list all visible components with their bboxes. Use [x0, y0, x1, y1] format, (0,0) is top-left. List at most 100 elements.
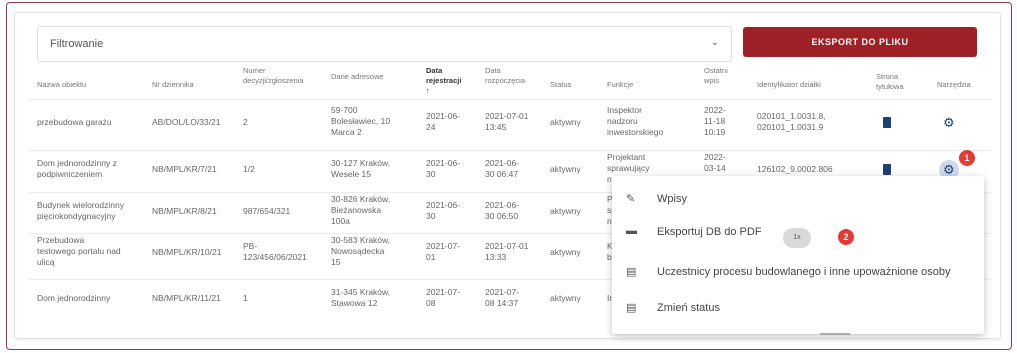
cell-line: NB/MPL/KR/7/21 — [152, 164, 217, 174]
title-page-book-icon[interactable] — [883, 164, 891, 175]
column-header-tools: Narzędzia — [937, 80, 971, 89]
menu-item-0[interactable]: ✎ Wpisy — [612, 184, 984, 214]
table-cell-status: aktywny — [550, 293, 581, 304]
table-cell-rozp: 2021-07-01 13:45 — [485, 111, 528, 133]
filter-label: Filtrowanie — [50, 38, 104, 50]
cell-line: przebudowa garażu — [37, 117, 112, 127]
row-divider — [29, 150, 991, 151]
menu-item-label: Wpisy — [657, 193, 687, 205]
column-header-status[interactable]: Status — [550, 80, 571, 90]
table-cell-numer: 1/2 — [243, 164, 255, 175]
cell-line: PB- — [243, 241, 258, 251]
export-to-file-button[interactable]: EKSPORT DO PLIKU — [743, 27, 977, 57]
table-cell-rej: 2021-07- 08 — [426, 287, 460, 309]
step-badge-1: 1 — [959, 150, 975, 166]
column-header-registration-date-line2: rejestracji — [426, 76, 462, 85]
chevron-down-icon: ⌄ — [710, 37, 719, 48]
table-cell-nr: NB/MPL/KR/10/21 — [152, 247, 221, 258]
cell-line: 2021-07-01 — [485, 111, 529, 121]
table-cell-nazwa: Dom jednorodzinny z podpiwniczeniem — [37, 158, 117, 180]
cell-line: 2022- — [704, 152, 726, 162]
cell-line: Budynek wielorodzinny — [37, 200, 124, 210]
cell-line: Bieżanowska — [331, 205, 382, 215]
menu-item-label: Zmień status — [657, 302, 720, 314]
cell-line: AB/DOL/LO/33/21 — [152, 117, 221, 127]
cell-line: 30 — [426, 169, 436, 179]
table-cell-rej: 2021-06- 30 — [426, 158, 460, 180]
table-cell-rej: 2021-07- 01 — [426, 241, 460, 263]
cell-line: 2021-06- — [485, 200, 520, 210]
column-header-journal-number[interactable]: Nr dziennika — [152, 80, 194, 90]
cell-line: 2022- — [704, 105, 726, 115]
cell-line: 03-14 — [704, 163, 726, 173]
cell-line: 15 — [331, 257, 341, 267]
cell-line: 2021-07- — [426, 287, 461, 297]
column-header-last-entry[interactable]: Ostatni wpis — [704, 66, 728, 86]
table-cell-ostatni: 2022- 11-18 10:19 — [704, 105, 726, 138]
cell-line: 30 06:50 — [485, 211, 519, 221]
cell-line: 30-583 Kraków, — [331, 235, 391, 245]
column-header-functions[interactable]: Funkcje — [607, 80, 633, 90]
cell-line: Stawowa 12 — [331, 298, 378, 308]
table-cell-status: aktywny — [550, 164, 581, 175]
cell-line: 126102_9.0002.806 — [757, 164, 833, 174]
column-header-start-date[interactable]: Data rozpoczęcia — [485, 66, 525, 86]
cell-line: aktywny — [550, 247, 581, 257]
cell-line: NB/MPL/KR/11/21 — [152, 293, 221, 303]
table-cell-status: aktywny — [550, 247, 581, 258]
table-cell-nazwa: Budynek wielorodzinny pięciokondygnacyjny — [37, 200, 124, 222]
cell-line: 1 — [243, 293, 248, 303]
cell-line: aktywny — [550, 164, 581, 174]
table-cell-nazwa: przebudowa garażu — [37, 117, 112, 128]
table-cell-adres: 31-345 Kraków, Stawowa 12 — [331, 287, 390, 309]
cell-line: 01 — [426, 252, 436, 262]
cell-line: Inspektor — [607, 105, 642, 115]
filter-dropdown[interactable]: Filtrowanie ⌄ — [37, 26, 732, 62]
menu-item-label: Eksportuj DB do PDF — [657, 226, 762, 238]
cell-line: Wesele 15 — [331, 169, 372, 179]
cell-line: 987/654/321 — [243, 206, 291, 216]
column-header-decision-number[interactable]: Numer decyzji/zgłoszenia — [243, 66, 303, 86]
column-header-address[interactable]: Dane adresowe — [331, 72, 384, 82]
cell-line: NB/MPL/KR/10/21 — [152, 247, 222, 257]
cell-line: 2021-06- — [426, 158, 461, 168]
pencil-icon: ✎ — [626, 193, 636, 205]
cell-line: 24 — [426, 122, 436, 132]
cell-line: 30-826 Kraków, — [331, 194, 391, 204]
cell-line: 020101_1.0031.8, — [757, 111, 826, 121]
table-cell-funkcje: Inspektor nadzoru inwestorskiego — [607, 105, 663, 138]
column-header-name[interactable]: Nazwa obiektu — [37, 80, 86, 90]
document-icon: ▤ — [626, 302, 637, 314]
menu-item-2[interactable]: ▤ Uczestnicy procesu budowlanego i inne u… — [612, 257, 984, 287]
cell-line: 08 14:37 — [485, 298, 519, 308]
cell-line: Marca 2 — [331, 127, 362, 137]
table-cell-rej: 2021-06- 30 — [426, 200, 460, 222]
cell-line: aktywny — [550, 117, 581, 127]
header-divider — [29, 99, 991, 100]
cell-line: 2021-07- — [485, 287, 520, 297]
column-header-plot-id[interactable]: Identyfikator działki — [757, 80, 821, 90]
table-cell-rozp: 2021-07-01 13:33 — [485, 241, 528, 263]
cell-line: 2021-07-01 — [485, 241, 529, 251]
column-header-last-entry-line1: Ostatni — [704, 66, 728, 75]
cell-line: 2021-06- — [426, 200, 461, 210]
cell-line: 13:45 — [485, 122, 507, 132]
cell-line: 31-345 Kraków, — [331, 287, 391, 297]
table-cell-numer: PB- 123/456/06/2021 — [243, 241, 307, 263]
menu-item-label: Uczestnicy procesu budowlanego i inne up… — [657, 266, 951, 278]
table-cell-nr: AB/DOL/LO/33/21 — [152, 117, 221, 128]
menu-item-3[interactable]: ▤ Zmień status — [612, 293, 984, 323]
table-cell-rej: 2021-06- 24 — [426, 111, 460, 133]
cell-line: inwestorskiego — [607, 127, 664, 137]
column-header-registration-date-line1: Data — [426, 66, 443, 75]
title-page-book-icon[interactable] — [883, 117, 891, 128]
tools-context-menu: ✎ Wpisy ▬ Eksportuj DB do PDF ▤ Uczestnicy pr… — [612, 176, 984, 334]
column-header-registration-date[interactable]: Data rejestracji ↑ — [426, 66, 461, 96]
cell-line: 2021-07- — [426, 241, 461, 251]
gear-icon[interactable]: ⚙ — [943, 116, 955, 129]
gear-icon[interactable]: ⚙ — [943, 163, 955, 176]
cell-line: 10:19 — [704, 127, 726, 137]
scrollbar-thumb[interactable] — [820, 333, 850, 335]
cell-line: 13:33 — [485, 252, 507, 262]
cell-line: aktywny — [550, 206, 581, 216]
